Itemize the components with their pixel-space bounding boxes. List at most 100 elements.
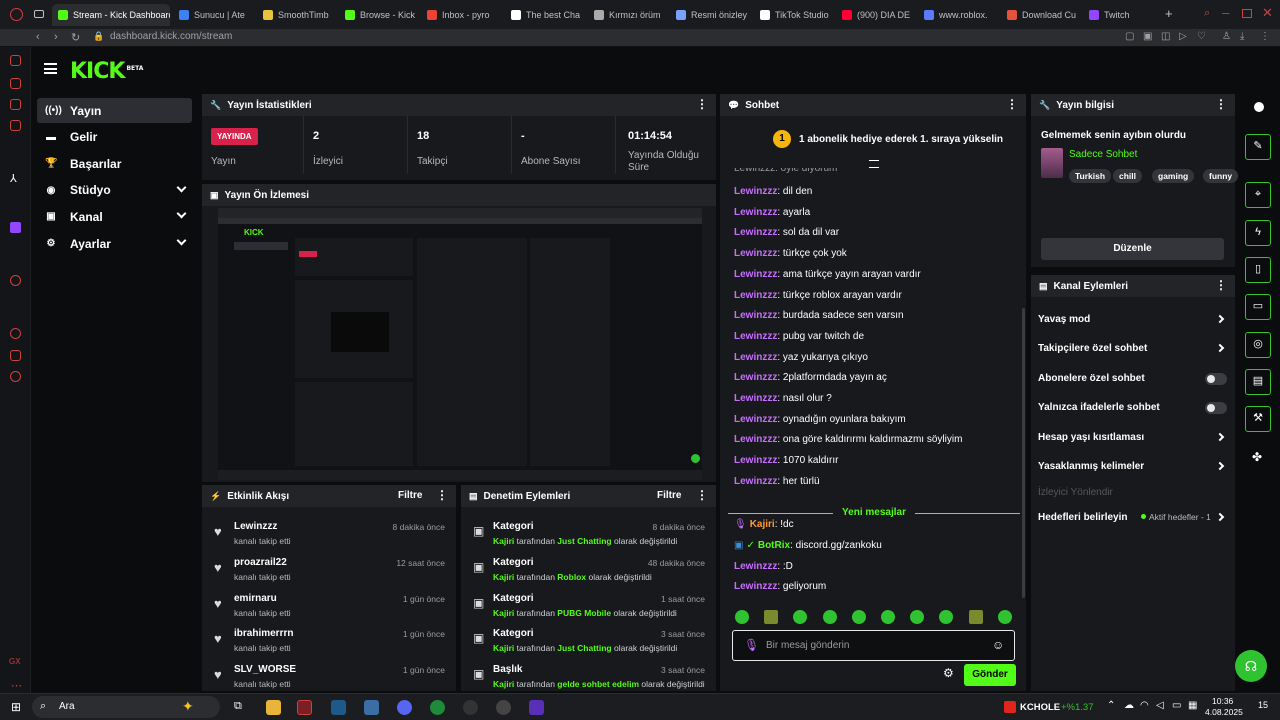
emote-icon[interactable] [881, 610, 895, 624]
chevron-down-icon[interactable] [869, 160, 879, 168]
sidebar-instagram-icon[interactable] [10, 99, 21, 110]
moderation-filter-button[interactable]: Filtre [657, 485, 681, 507]
kick-logo[interactable]: KICK BETA [70, 59, 143, 84]
moderation-row[interactable]: ▣ Kategori Kajiri tarafından Just Chatting… [461, 518, 716, 552]
category-thumbnail[interactable] [1041, 148, 1063, 178]
browser-tab[interactable]: Sunucu | Ate [173, 4, 253, 26]
chat-username[interactable]: Lewinzzz [734, 227, 777, 238]
pencil-tool-icon[interactable]: ✎ [1245, 134, 1271, 160]
chevron-down-icon[interactable] [176, 182, 187, 193]
browser-tab[interactable]: TikTok Studio [754, 4, 832, 26]
tag-chip[interactable]: Turkish [1069, 169, 1112, 183]
chat-username[interactable]: Kajiri [750, 519, 775, 530]
activity-user[interactable]: SLV_WORSE [234, 664, 296, 675]
tag-chip[interactable]: gaming [1152, 169, 1195, 183]
stats-menu-icon[interactable]: ⋮ [696, 98, 708, 110]
moderation-row[interactable]: ▣ Kategori Kajiri tarafından Roblox olarak… [461, 554, 716, 588]
chevron-down-icon[interactable] [176, 235, 187, 246]
goals-row[interactable]: Hedefleri belirleyin Aktif hedefler - 1 [1031, 506, 1235, 530]
file-explorer-icon[interactable] [266, 700, 281, 715]
moderation-user[interactable]: Kajiri [493, 643, 514, 653]
back-button[interactable]: ‹ [36, 31, 40, 43]
hamburger-menu-icon[interactable] [44, 63, 57, 74]
tray-wifi-icon[interactable]: ◠ [1140, 700, 1149, 711]
chat-username[interactable]: Lewinzzz [734, 352, 777, 363]
emoji-picker-icon[interactable]: ☺ [992, 638, 1004, 652]
sidebar-kick-icon[interactable]: ⅄ [10, 172, 17, 185]
chat-username[interactable]: Lewinzzz [734, 207, 777, 218]
plugins-icon[interactable]: ✤ [1252, 450, 1262, 464]
extensions-icon[interactable]: ◫ [1161, 31, 1170, 42]
activity-row[interactable]: ♥ proazrail22 kanalı takip etti 12 saat önc… [202, 554, 456, 588]
emote-icon[interactable] [997, 610, 1012, 624]
tag-chip[interactable]: chill [1113, 169, 1143, 183]
activity-row[interactable]: ♥ emirnaru kanalı takip etti 1 gün önce [202, 590, 456, 624]
url-text[interactable]: dashboard.kick.com/stream [110, 31, 232, 42]
channel-action-row[interactable]: Yavaş mod [1031, 308, 1235, 332]
chevron-down-icon[interactable] [176, 208, 187, 219]
emote-icon[interactable] [968, 610, 983, 624]
chat-scrollbar[interactable] [1022, 308, 1025, 598]
minimize-button[interactable]: – [1222, 5, 1229, 20]
info-icon[interactable] [1254, 102, 1264, 112]
activity-row[interactable]: ♥ SLV_WORSE kanalı takip etti 1 gün önce [202, 661, 456, 695]
channel-action-row[interactable]: Hesap yaşı kısıtlaması [1031, 426, 1235, 450]
chat-message[interactable]: Lewinzzz: 2platformdada yayın aç [734, 372, 887, 383]
chat-message[interactable]: Lewinzzz: :D [734, 561, 793, 572]
sidebar-messenger-icon[interactable] [10, 55, 21, 66]
chat-username[interactable]: Lewinzzz [734, 186, 777, 197]
emote-icon[interactable] [939, 610, 954, 624]
layout-tool-icon[interactable]: ▤ [1245, 369, 1271, 395]
target-tool-icon[interactable]: ⌖ [1245, 182, 1271, 208]
chat-tool-icon[interactable]: ▭ [1245, 294, 1271, 320]
activity-user[interactable]: ibrahimerrrn [234, 628, 293, 639]
tag-chip[interactable]: funny [1203, 169, 1239, 183]
browser-tab[interactable]: www.roblox. [918, 4, 998, 26]
chat-username[interactable]: Lewinzzz [734, 248, 777, 259]
info-menu-icon[interactable]: ⋮ [1215, 98, 1227, 110]
profile-icon[interactable]: ♙ [1222, 31, 1231, 42]
activity-row[interactable]: ♥ Lewinzzz kanalı takip etti 8 dakika önce [202, 518, 456, 552]
sidebar-more-icon[interactable]: ⋯ [11, 679, 22, 692]
moderation-user[interactable]: Kajiri [493, 536, 514, 546]
sidebar-whatsapp-icon[interactable] [10, 78, 21, 89]
activity-user[interactable]: proazrail22 [234, 557, 287, 568]
moderation-user[interactable]: Kajiri [493, 572, 514, 582]
broadcast-tool-icon[interactable]: ◎ [1245, 332, 1271, 358]
chat-username[interactable]: Lewinzzz [734, 434, 777, 445]
heart-icon[interactable]: ♡ [1197, 31, 1206, 42]
nav-item-5[interactable]: ⚙ Ayarlar [37, 231, 192, 256]
activity-row[interactable]: ♥ ibrahimerrrn kanalı takip etti 1 gün önce [202, 625, 456, 659]
download-icon[interactable]: ⤓ [1240, 31, 1244, 42]
nav-item-0[interactable]: ((•)) Yayın [37, 98, 192, 123]
chat-settings-icon[interactable]: ⚙ [943, 666, 954, 680]
tray-volume-icon[interactable]: ◁ [1156, 700, 1164, 711]
app-icon-blue[interactable] [364, 700, 379, 715]
reload-button[interactable]: ↻ [71, 31, 80, 44]
chat-message[interactable]: Lewinzzz: türkçe roblox arayan vardır [734, 290, 902, 301]
stream-preview-video[interactable]: KICK [218, 208, 702, 480]
obs-icon[interactable] [463, 700, 478, 715]
chat-username[interactable]: Lewinzzz [734, 269, 777, 280]
channel-action-row[interactable]: Takipçilere özel sohbet [1031, 337, 1235, 361]
emote-icon[interactable] [764, 610, 779, 624]
document-tool-icon[interactable]: ▯ [1245, 257, 1271, 283]
clock-date[interactable]: 4.08.2025 [1205, 707, 1243, 717]
emote-icon[interactable] [735, 610, 749, 624]
nav-item-4[interactable]: ▣ Kanal [37, 204, 192, 229]
bookmark-icon[interactable]: ▢ [1125, 31, 1134, 42]
moderation-row[interactable]: ▣ Kategori Kajiri tarafından Just Chatting… [461, 625, 716, 659]
tray-battery-icon[interactable]: ▭ [1172, 700, 1181, 711]
chat-username[interactable]: BotRix [758, 540, 790, 551]
actions-menu-icon[interactable]: ⋮ [1215, 279, 1227, 291]
moderation-user[interactable]: Kajiri [493, 608, 514, 618]
chat-message[interactable]: Lewinzzz: yaz yukarıya çıkıyo [734, 352, 868, 363]
search-icon[interactable]: ⌕ [1204, 7, 1210, 20]
browser-tab[interactable]: (900) DIA DE [836, 4, 914, 26]
edit-button[interactable]: Düzenle [1041, 238, 1224, 260]
wrench-tool-icon[interactable]: ⚒ [1245, 406, 1271, 432]
moderation-row[interactable]: ▣ Başlık Kajiri tarafından gelde sohbet ed… [461, 661, 716, 695]
browser-tab[interactable]: Browse - Kick [339, 4, 417, 26]
app-icon-purple[interactable] [529, 700, 544, 715]
tab-overview-icon[interactable] [34, 10, 44, 18]
